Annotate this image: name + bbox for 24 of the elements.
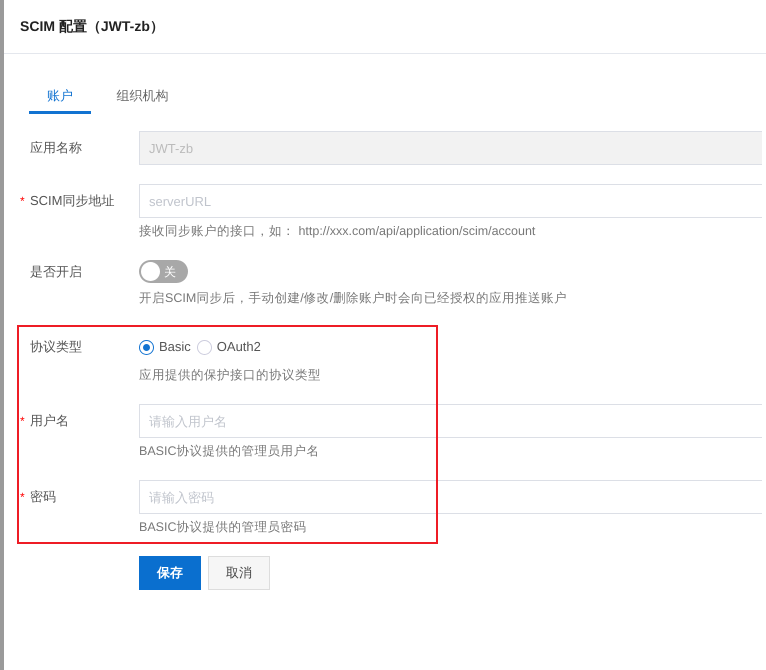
radio-option[interactable]: OAuth2	[196, 337, 261, 357]
help-text: 接收同步账户的接口，如： http://xxx.com/api/application/scim/account	[139, 223, 536, 240]
field-label: 是否开启	[30, 262, 82, 281]
required-mark: *	[20, 413, 26, 430]
help-text: BASIC协议提供的管理员用户名	[139, 443, 321, 460]
field-label: SCIM同步地址	[30, 192, 114, 210]
tab[interactable]: 账户	[29, 80, 91, 114]
help-text: 应用提供的保护接口的协议类型	[139, 367, 321, 384]
help-text: 开启SCIM同步后，手动创建/修改/删除账户时会向已经授权的应用推送账户	[139, 290, 568, 307]
field-label: 用户名	[30, 412, 69, 430]
required-mark: *	[20, 489, 26, 506]
help-text: BASIC协议提供的管理员密码	[139, 519, 308, 536]
input-field[interactable]: 请输入用户名	[139, 404, 762, 438]
field-label: 协议类型	[30, 338, 82, 356]
field-label: 密码	[30, 488, 56, 506]
cancel-button[interactable]: 取消	[208, 556, 270, 590]
radio-option[interactable]: Basic	[139, 337, 191, 357]
field-label: 应用名称	[30, 139, 82, 158]
required-mark: *	[20, 193, 26, 210]
save-button[interactable]: 保存	[139, 556, 201, 590]
input-field[interactable]: serverURL	[139, 184, 762, 218]
tab[interactable]: 组织机构	[94, 80, 191, 114]
dialog-title: SCIM 配置（JWT-zb）	[20, 17, 164, 36]
input-field[interactable]: 请输入密码	[139, 480, 762, 514]
